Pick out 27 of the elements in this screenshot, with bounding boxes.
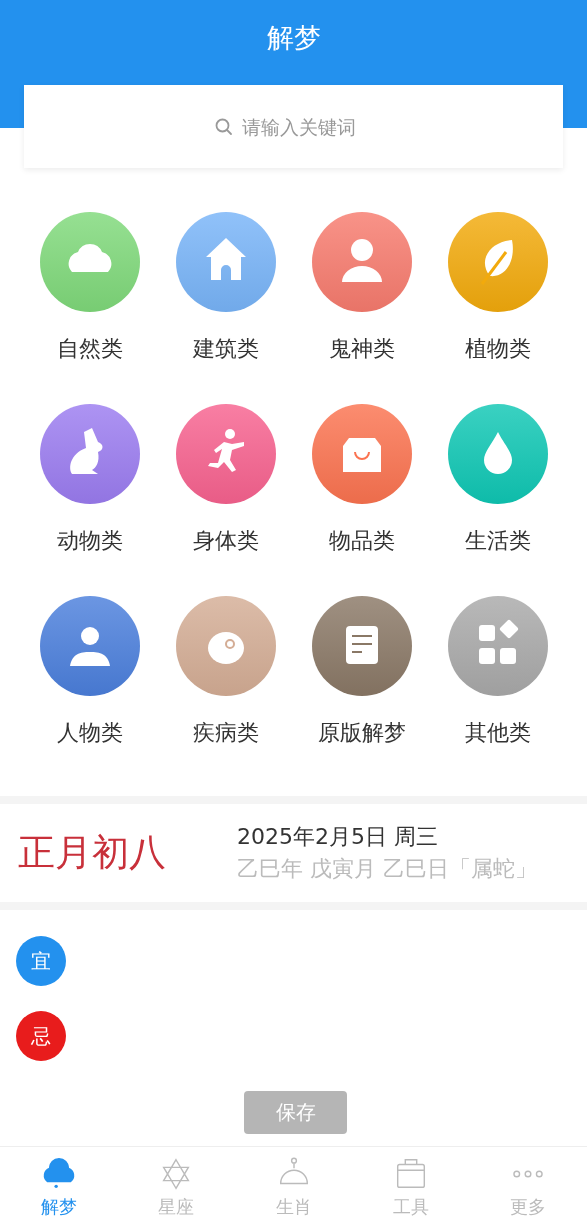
more-icon [513, 1169, 544, 1178]
category-label: 疾病类 [192, 719, 259, 747]
almanac-badge: 宜 [16, 936, 66, 986]
category-label: 生活类 [464, 527, 531, 555]
ganzhi-date: 乙巳年 戊寅月 乙巳日「属蛇」 [237, 855, 537, 883]
category-label: 原版解梦 [317, 719, 406, 747]
tab[interactable]: 星座 [117, 1147, 235, 1226]
search-icon [213, 116, 234, 137]
toast: 保存 [244, 1091, 347, 1134]
almanac-badge: 忌 [16, 1011, 66, 1061]
category-label: 人物类 [56, 719, 123, 747]
category-label: 其他类 [464, 719, 531, 747]
tab[interactable]: 解梦 [0, 1147, 118, 1226]
category-label: 身体类 [192, 527, 259, 555]
solar-date: 2025年2月5日 周三 [237, 823, 439, 851]
category-label: 自然类 [56, 335, 123, 363]
category-label: 动物类 [56, 527, 123, 555]
search-field[interactable]: 请输入关键词 [239, 114, 374, 139]
tab[interactable]: 更多 [469, 1147, 587, 1226]
lunar-date: 正月初八 [18, 830, 167, 876]
tab[interactable]: 生肖 [234, 1147, 353, 1226]
tab[interactable]: 工具 [352, 1147, 470, 1226]
category-label: 建筑类 [192, 335, 259, 363]
category-label: 植物类 [464, 335, 531, 363]
category-label: 鬼神类 [328, 335, 395, 363]
page-title: 解梦 [266, 21, 321, 55]
category-label: 物品类 [328, 527, 395, 555]
